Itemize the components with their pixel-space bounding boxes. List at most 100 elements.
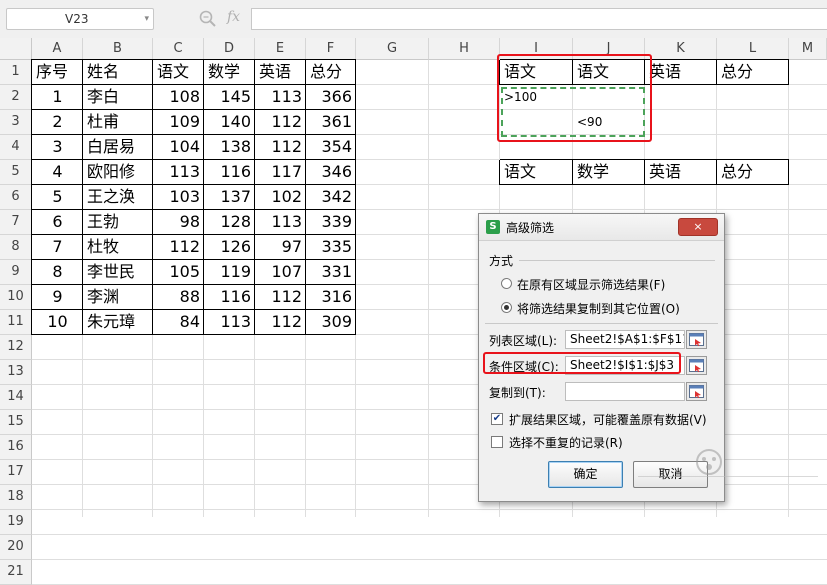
table-cell[interactable]: 4	[32, 160, 83, 185]
radio-show-in-place[interactable]	[501, 278, 512, 289]
column-header-d[interactable]: D	[204, 38, 255, 60]
table-cell[interactable]: 112	[255, 310, 306, 335]
row-header-9[interactable]: 9	[0, 260, 32, 285]
list-range-input[interactable]: Sheet2!$A$1:$F$11	[565, 330, 685, 349]
row-header-7[interactable]: 7	[0, 210, 32, 235]
row-header-19[interactable]: 19	[0, 510, 32, 535]
copy-to-input[interactable]	[565, 382, 685, 401]
row-header-3[interactable]: 3	[0, 110, 32, 135]
output-header-cell[interactable]: 数学	[573, 160, 645, 185]
criteria-cell[interactable]: >100	[500, 85, 573, 110]
row-header-5[interactable]: 5	[0, 160, 32, 185]
table-cell[interactable]: 361	[306, 110, 356, 135]
table-cell[interactable]: 10	[32, 310, 83, 335]
column-header-m[interactable]: M	[789, 38, 827, 60]
row-header-10[interactable]: 10	[0, 285, 32, 310]
table-cell[interactable]: 李白	[83, 85, 153, 110]
criteria-header-cell[interactable]: 语文	[500, 60, 573, 85]
table-cell[interactable]: 97	[255, 235, 306, 260]
table-cell[interactable]: 112	[153, 235, 204, 260]
table-cell[interactable]: 112	[255, 135, 306, 160]
select-all-corner[interactable]	[0, 38, 32, 60]
table-cell[interactable]: 109	[153, 110, 204, 135]
cancel-button[interactable]: 取消	[633, 461, 708, 488]
table-cell[interactable]: 137	[204, 185, 255, 210]
table-cell[interactable]: 李世民	[83, 260, 153, 285]
table-cell[interactable]: 116	[204, 285, 255, 310]
row-header-17[interactable]: 17	[0, 460, 32, 485]
column-header-b[interactable]: B	[83, 38, 153, 60]
table-cell[interactable]: 9	[32, 285, 83, 310]
table-cell[interactable]: 102	[255, 185, 306, 210]
copy-to-picker-button[interactable]	[686, 382, 707, 401]
criteria-header-cell[interactable]: 英语	[645, 60, 717, 85]
row-header-20[interactable]: 20	[0, 535, 32, 560]
table-cell[interactable]: 335	[306, 235, 356, 260]
table-cell[interactable]: 王之涣	[83, 185, 153, 210]
table-cell[interactable]: 112	[255, 285, 306, 310]
column-header-h[interactable]: H	[429, 38, 500, 60]
table-cell[interactable]: 128	[204, 210, 255, 235]
radio-copy-to-location[interactable]	[501, 302, 512, 313]
table-cell[interactable]: 366	[306, 85, 356, 110]
column-header-l[interactable]: L	[717, 38, 789, 60]
criteria-range-picker-button[interactable]	[686, 356, 707, 375]
fx-icon[interactable]: fx	[227, 9, 240, 25]
table-header-cell[interactable]: 总分	[306, 60, 356, 85]
table-cell[interactable]: 108	[153, 85, 204, 110]
table-cell[interactable]: 316	[306, 285, 356, 310]
table-cell[interactable]: 309	[306, 310, 356, 335]
row-header-11[interactable]: 11	[0, 310, 32, 335]
column-header-i[interactable]: I	[500, 38, 573, 60]
table-cell[interactable]: 84	[153, 310, 204, 335]
zoom-icon[interactable]	[199, 9, 217, 29]
table-cell[interactable]: 6	[32, 210, 83, 235]
column-header-c[interactable]: C	[153, 38, 204, 60]
table-cell[interactable]: 138	[204, 135, 255, 160]
table-cell[interactable]: 白居易	[83, 135, 153, 160]
table-header-cell[interactable]: 数学	[204, 60, 255, 85]
close-button[interactable]: ×	[678, 218, 718, 236]
column-header-e[interactable]: E	[255, 38, 306, 60]
row-header-2[interactable]: 2	[0, 85, 32, 110]
table-header-cell[interactable]: 英语	[255, 60, 306, 85]
row-header-1[interactable]: 1	[0, 60, 32, 85]
table-cell[interactable]: 116	[204, 160, 255, 185]
output-header-cell[interactable]: 总分	[717, 160, 789, 185]
column-header-f[interactable]: F	[306, 38, 356, 60]
table-cell[interactable]: 98	[153, 210, 204, 235]
row-header-21[interactable]: 21	[0, 560, 32, 585]
table-cell[interactable]: 104	[153, 135, 204, 160]
row-header-8[interactable]: 8	[0, 235, 32, 260]
output-header-cell[interactable]: 语文	[500, 160, 573, 185]
table-cell[interactable]: 88	[153, 285, 204, 310]
chevron-down-icon[interactable]: ▾	[144, 9, 149, 29]
expand-result-checkbox[interactable]: ✔	[491, 413, 503, 425]
advanced-filter-dialog[interactable]: S 高级筛选 × 方式 在原有区域显示筛选结果(F) 将筛选结果复制到其它位置(…	[478, 213, 725, 502]
table-cell[interactable]: 354	[306, 135, 356, 160]
table-cell[interactable]: 112	[255, 110, 306, 135]
row-header-14[interactable]: 14	[0, 385, 32, 410]
table-header-cell[interactable]: 语文	[153, 60, 204, 85]
table-cell[interactable]: 7	[32, 235, 83, 260]
row-header-13[interactable]: 13	[0, 360, 32, 385]
table-cell[interactable]: 105	[153, 260, 204, 285]
table-cell[interactable]: 杜牧	[83, 235, 153, 260]
table-cell[interactable]: 8	[32, 260, 83, 285]
table-cell[interactable]: 342	[306, 185, 356, 210]
table-cell[interactable]: 113	[204, 310, 255, 335]
table-cell[interactable]: 5	[32, 185, 83, 210]
table-cell[interactable]: 140	[204, 110, 255, 135]
unique-records-checkbox[interactable]	[491, 436, 503, 448]
table-cell[interactable]: 2	[32, 110, 83, 135]
table-cell[interactable]: 346	[306, 160, 356, 185]
table-cell[interactable]: 杜甫	[83, 110, 153, 135]
column-header-k[interactable]: K	[645, 38, 717, 60]
table-cell[interactable]: 欧阳修	[83, 160, 153, 185]
table-cell[interactable]: 339	[306, 210, 356, 235]
table-cell[interactable]: 113	[153, 160, 204, 185]
row-header-12[interactable]: 12	[0, 335, 32, 360]
table-cell[interactable]: 3	[32, 135, 83, 160]
formula-input[interactable]	[251, 8, 827, 30]
table-cell[interactable]: 119	[204, 260, 255, 285]
